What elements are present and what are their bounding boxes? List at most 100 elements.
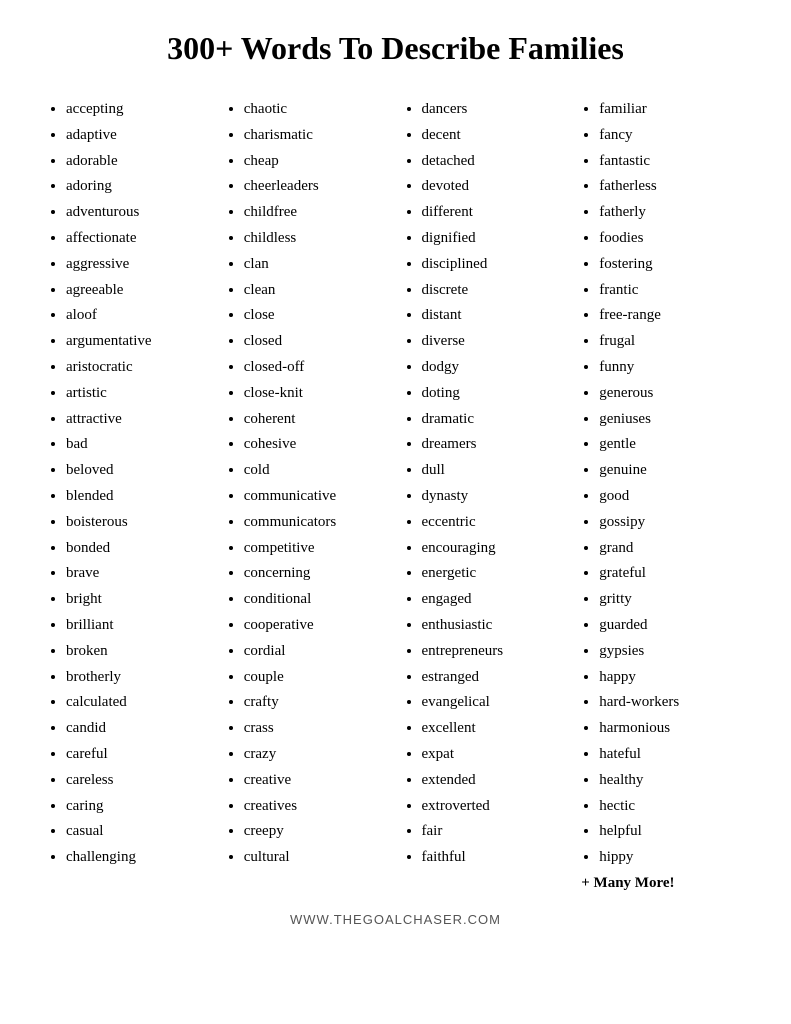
list-item: calculated bbox=[66, 690, 210, 716]
list-item: gentle bbox=[599, 432, 743, 458]
list-item: fatherly bbox=[599, 200, 743, 226]
word-list-3: dancersdecentdetacheddevoteddifferentdig… bbox=[404, 97, 566, 871]
list-item: crass bbox=[244, 716, 388, 742]
more-text: + Many More! bbox=[581, 875, 743, 892]
list-item: aggressive bbox=[66, 252, 210, 278]
list-item: foodies bbox=[599, 226, 743, 252]
list-item: entrepreneurs bbox=[422, 639, 566, 665]
list-item: cold bbox=[244, 458, 388, 484]
word-list-2: chaoticcharismaticcheapcheerleaderschild… bbox=[226, 97, 388, 871]
list-item: good bbox=[599, 484, 743, 510]
list-item: adventurous bbox=[66, 200, 210, 226]
list-item: agreeable bbox=[66, 278, 210, 304]
list-item: crazy bbox=[244, 742, 388, 768]
list-item: enthusiastic bbox=[422, 613, 566, 639]
list-item: bad bbox=[66, 432, 210, 458]
list-item: devoted bbox=[422, 174, 566, 200]
list-item: couple bbox=[244, 665, 388, 691]
list-item: adorable bbox=[66, 149, 210, 175]
list-item: distant bbox=[422, 303, 566, 329]
list-item: diverse bbox=[422, 329, 566, 355]
list-item: clean bbox=[244, 278, 388, 304]
list-item: coherent bbox=[244, 407, 388, 433]
list-item: happy bbox=[599, 665, 743, 691]
list-item: fatherless bbox=[599, 174, 743, 200]
list-item: competitive bbox=[244, 536, 388, 562]
list-item: brilliant bbox=[66, 613, 210, 639]
list-item: healthy bbox=[599, 768, 743, 794]
list-item: doting bbox=[422, 381, 566, 407]
list-item: helpful bbox=[599, 819, 743, 845]
list-item: guarded bbox=[599, 613, 743, 639]
list-item: cordial bbox=[244, 639, 388, 665]
list-item: artistic bbox=[66, 381, 210, 407]
list-item: extroverted bbox=[422, 794, 566, 820]
list-item: conditional bbox=[244, 587, 388, 613]
list-item: faithful bbox=[422, 845, 566, 871]
list-item: engaged bbox=[422, 587, 566, 613]
list-item: crafty bbox=[244, 690, 388, 716]
list-item: close-knit bbox=[244, 381, 388, 407]
list-item: dreamers bbox=[422, 432, 566, 458]
list-item: affectionate bbox=[66, 226, 210, 252]
list-item: close bbox=[244, 303, 388, 329]
list-item: blended bbox=[66, 484, 210, 510]
footer: WWW.THEGOALCHASER.COM bbox=[40, 912, 751, 942]
list-item: careless bbox=[66, 768, 210, 794]
list-item: challenging bbox=[66, 845, 210, 871]
page-title: 300+ Words To Describe Families bbox=[40, 30, 751, 67]
list-item: beloved bbox=[66, 458, 210, 484]
list-item: grand bbox=[599, 536, 743, 562]
list-item: broken bbox=[66, 639, 210, 665]
list-item: estranged bbox=[422, 665, 566, 691]
list-item: dull bbox=[422, 458, 566, 484]
column-2: chaoticcharismaticcheapcheerleaderschild… bbox=[218, 97, 396, 892]
list-item: cohesive bbox=[244, 432, 388, 458]
list-item: childfree bbox=[244, 200, 388, 226]
list-item: cheerleaders bbox=[244, 174, 388, 200]
list-item: genuine bbox=[599, 458, 743, 484]
list-item: generous bbox=[599, 381, 743, 407]
list-item: disciplined bbox=[422, 252, 566, 278]
list-item: evangelical bbox=[422, 690, 566, 716]
list-item: different bbox=[422, 200, 566, 226]
list-item: brotherly bbox=[66, 665, 210, 691]
list-item: dynasty bbox=[422, 484, 566, 510]
column-3: dancersdecentdetacheddevoteddifferentdig… bbox=[396, 97, 574, 892]
list-item: free-range bbox=[599, 303, 743, 329]
list-item: hippy bbox=[599, 845, 743, 871]
list-item: charismatic bbox=[244, 123, 388, 149]
list-item: childless bbox=[244, 226, 388, 252]
columns-wrapper: acceptingadaptiveadorableadoringadventur… bbox=[40, 97, 751, 892]
list-item: fostering bbox=[599, 252, 743, 278]
list-item: careful bbox=[66, 742, 210, 768]
list-item: chaotic bbox=[244, 97, 388, 123]
list-item: geniuses bbox=[599, 407, 743, 433]
list-item: caring bbox=[66, 794, 210, 820]
list-item: creative bbox=[244, 768, 388, 794]
list-item: frantic bbox=[599, 278, 743, 304]
list-item: decent bbox=[422, 123, 566, 149]
list-item: adaptive bbox=[66, 123, 210, 149]
list-item: cheap bbox=[244, 149, 388, 175]
list-item: fair bbox=[422, 819, 566, 845]
list-item: dignified bbox=[422, 226, 566, 252]
list-item: closed-off bbox=[244, 355, 388, 381]
list-item: dodgy bbox=[422, 355, 566, 381]
list-item: gypsies bbox=[599, 639, 743, 665]
list-item: extended bbox=[422, 768, 566, 794]
list-item: bright bbox=[66, 587, 210, 613]
list-item: expat bbox=[422, 742, 566, 768]
list-item: hectic bbox=[599, 794, 743, 820]
list-item: concerning bbox=[244, 561, 388, 587]
list-item: creatives bbox=[244, 794, 388, 820]
list-item: aristocratic bbox=[66, 355, 210, 381]
list-item: dancers bbox=[422, 97, 566, 123]
list-item: detached bbox=[422, 149, 566, 175]
list-item: hateful bbox=[599, 742, 743, 768]
list-item: gritty bbox=[599, 587, 743, 613]
list-item: excellent bbox=[422, 716, 566, 742]
list-item: fancy bbox=[599, 123, 743, 149]
list-item: harmonious bbox=[599, 716, 743, 742]
list-item: boisterous bbox=[66, 510, 210, 536]
